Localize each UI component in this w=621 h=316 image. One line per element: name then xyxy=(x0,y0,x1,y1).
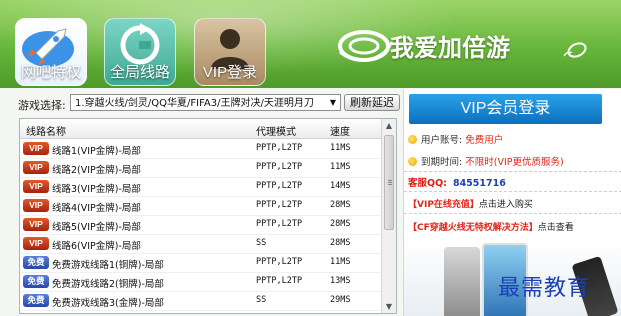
proxy-mode: PPTP,L2TP xyxy=(256,257,303,267)
account-label: 用户账号: xyxy=(421,135,463,146)
mouse-icon xyxy=(563,42,587,58)
promo-highlight: 【VIP在线充值】 xyxy=(408,200,479,210)
list-header: 线路名称 代理模式 速度 xyxy=(20,119,382,139)
expire-label: 到期时间: xyxy=(421,157,463,168)
expire-row: 到期时间: 不限时(VIP更优质服务) xyxy=(408,154,564,168)
vip-badge-icon: VIP xyxy=(23,199,49,212)
account-row: 用户账号: 免费用户 xyxy=(408,132,503,146)
game-select-dropdown[interactable]: 1.穿越火线/剑灵/QQ华夏/FIFA3/王牌对决/天涯明月刀 ▼ xyxy=(70,94,341,111)
proxy-mode: PPTP,L2TP xyxy=(256,219,303,229)
tab-label: 全局线路 xyxy=(109,64,170,81)
tab-label: 网吧特权 xyxy=(20,64,81,81)
account-value: 免费用户 xyxy=(465,135,504,146)
table-row[interactable]: VIP 线路5(VIP金牌)-局部 PPTP,L2TP 28MS xyxy=(20,215,382,235)
proxy-mode: SS xyxy=(256,238,267,248)
free-badge-icon: 免费 xyxy=(23,256,49,269)
free-badge-icon: 免费 xyxy=(23,275,49,288)
vip-badge-icon: VIP xyxy=(23,218,49,231)
table-row[interactable]: VIP 线路6(VIP金牌)-局部 SS 28MS xyxy=(20,234,382,254)
speed-value: 11MS xyxy=(330,162,351,172)
brand-name: 我爱加倍游 xyxy=(390,35,510,62)
proxy-mode: PPTP,L2TP xyxy=(256,276,303,286)
expire-value: 不限时(VIP更优质服务) xyxy=(465,157,564,168)
vip-badge-icon: VIP xyxy=(23,161,49,174)
promo-sub: 点击查看 xyxy=(537,223,574,233)
tab-label: VIP登录 xyxy=(202,64,258,81)
tab-vip-login[interactable]: VIP登录 xyxy=(194,18,266,86)
watermark-text: 最需教育 xyxy=(498,276,591,301)
table-row[interactable]: 免费 免费游戏线路2(铜牌)-局部 PPTP,L2TP 13MS xyxy=(20,272,382,292)
speed-value: 11MS xyxy=(330,143,351,153)
line-name: 线路4(VIP金牌)-局部 xyxy=(52,203,141,214)
proxy-mode: PPTP,L2TP xyxy=(256,200,303,210)
brand-swirl-icon xyxy=(338,30,394,62)
column-header-mode[interactable]: 代理模式 xyxy=(256,123,296,138)
proxy-mode: SS xyxy=(256,295,267,305)
vertical-scrollbar[interactable]: ▲ ▼ xyxy=(381,119,396,313)
game-select-value: 1.穿越火线/剑灵/QQ华夏/FIFA3/王牌对决/天涯明月刀 xyxy=(75,98,314,109)
scroll-up-icon[interactable]: ▲ xyxy=(382,121,396,130)
phone-image xyxy=(444,247,480,316)
game-toolbar: 游戏选择: 1.穿越火线/剑灵/QQ华夏/FIFA3/王牌对决/天涯明月刀 ▼ … xyxy=(14,94,400,114)
free-badge-icon: 免费 xyxy=(23,294,49,307)
line-name: 免费游戏线路1(铜牌)-局部 xyxy=(52,260,164,271)
line-name: 免费游戏线路2(铜牌)-局部 xyxy=(52,279,164,290)
table-row[interactable]: 免费 免费游戏线路3(金牌)-局部 SS 29MS xyxy=(20,291,382,311)
table-row[interactable]: 免费 免费游戏线路1(铜牌)-局部 PPTP,L2TP 11MS xyxy=(20,253,382,273)
service-qq-row: 客服QQ: 84551716 xyxy=(408,175,506,189)
vip-login-button[interactable]: VIP会员登录 xyxy=(409,94,602,124)
table-row[interactable]: VIP 线路3(VIP金牌)-局部 PPTP,L2TP 14MS xyxy=(20,177,382,197)
vip-badge-icon: VIP xyxy=(23,142,49,155)
bulb-icon xyxy=(408,157,417,166)
speed-value: 13MS xyxy=(330,276,351,286)
tab-global-lines[interactable]: 全局线路 xyxy=(104,18,176,86)
line-name: 免费游戏线路3(金牌)-局部 xyxy=(52,298,164,309)
scroll-down-icon[interactable]: ▼ xyxy=(382,302,396,311)
chevron-down-icon[interactable]: ▼ xyxy=(326,95,340,110)
table-row[interactable]: VIP 线路2(VIP金牌)-局部 PPTP,L2TP 11MS xyxy=(20,158,382,178)
proxy-mode: PPTP,L2TP xyxy=(256,162,303,172)
divider xyxy=(404,171,621,172)
brand-logo: 我爱加倍游 xyxy=(336,22,606,68)
column-header-name[interactable]: 线路名称 xyxy=(26,123,66,138)
vip-badge-icon: VIP xyxy=(23,237,49,250)
proxy-mode: PPTP,L2TP xyxy=(256,143,303,153)
promo-highlight: 【CF穿越火线无特权解决方法】 xyxy=(408,223,538,233)
promo-cf-fix-link[interactable]: 【CF穿越火线无特权解决方法】点击查看 xyxy=(408,220,574,233)
vip-badge-icon: VIP xyxy=(23,180,49,193)
game-select-label: 游戏选择: xyxy=(18,99,66,112)
promo-sub: 点击进入购买 xyxy=(478,200,533,210)
line-name: 线路5(VIP金牌)-局部 xyxy=(52,222,141,233)
table-row[interactable]: VIP 线路1(VIP金牌)-局部 PPTP,L2TP 11MS xyxy=(20,139,382,159)
table-row[interactable]: VIP 线路4(VIP金牌)-局部 PPTP,L2TP 28MS xyxy=(20,196,382,216)
line-name: 线路3(VIP金牌)-局部 xyxy=(52,184,141,195)
line-name: 线路6(VIP金牌)-局部 xyxy=(52,241,141,252)
speed-value: 28MS xyxy=(330,238,351,248)
proxy-mode: PPTP,L2TP xyxy=(256,181,303,191)
promo-vip-recharge-link[interactable]: 【VIP在线充值】点击进入购买 xyxy=(408,197,533,210)
speed-value: 11MS xyxy=(330,257,351,267)
qq-label: 客服QQ: xyxy=(408,178,447,189)
divider xyxy=(404,213,621,214)
scrollbar-thumb[interactable] xyxy=(384,135,394,230)
header-banner: 网吧特权 全局线路 VIP登录 我爱加倍游 xyxy=(0,0,621,88)
speed-value: 14MS xyxy=(330,181,351,191)
tab-internet-cafe-privilege[interactable]: 网吧特权 xyxy=(15,18,87,86)
line-name: 线路1(VIP金牌)-局部 xyxy=(52,146,141,157)
refresh-latency-button[interactable]: 刷新延迟 xyxy=(344,94,400,111)
speed-value: 28MS xyxy=(330,219,351,229)
bulb-icon xyxy=(408,135,417,144)
speed-value: 29MS xyxy=(330,295,351,305)
divider xyxy=(404,191,621,192)
qq-value: 84551716 xyxy=(452,178,506,189)
grip-icon xyxy=(388,180,392,181)
line-list[interactable]: 线路名称 代理模式 速度 VIP 线路1(VIP金牌)-局部 PPTP,L2TP 11… xyxy=(19,118,397,314)
line-name: 线路2(VIP金牌)-局部 xyxy=(52,165,141,176)
column-header-speed[interactable]: 速度 xyxy=(330,123,350,138)
speed-value: 28MS xyxy=(330,200,351,210)
